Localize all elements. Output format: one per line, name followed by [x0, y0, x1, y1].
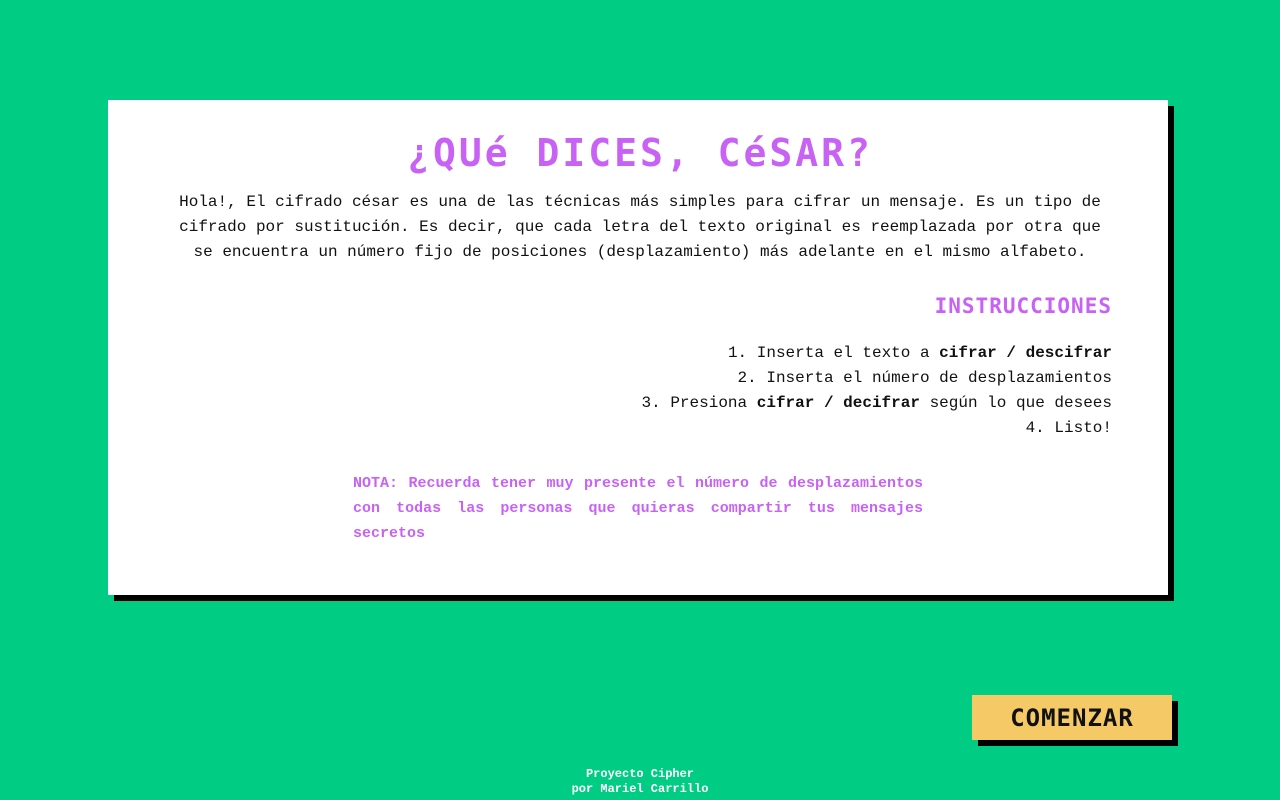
instruction-step-3: 3. Presiona cifrar / decifrar según lo q…: [412, 391, 1112, 416]
instruction-step-3-text: 3. Presiona: [641, 394, 757, 412]
instruction-step-2-text: 2. Inserta el número de desplazamientos: [737, 369, 1112, 387]
instruction-step-2: 2. Inserta el número de desplazamientos: [412, 366, 1112, 391]
instruction-step-3-suffix: según lo que desees: [919, 394, 1112, 412]
instructions-title: INSTRUCCIONES: [934, 294, 1112, 318]
start-button[interactable]: COMENZAR: [972, 695, 1172, 740]
footer: Proyecto Cipher por Mariel Carrillo: [0, 767, 1280, 797]
instructions-list: 1. Inserta el texto a cifrar / descifrar…: [412, 341, 1112, 441]
instruction-step-3-bold: cifrar / decifrar: [756, 394, 920, 412]
instruction-step-4: 4. Listo!: [412, 416, 1112, 441]
instruction-step-1: 1. Inserta el texto a cifrar / descifrar: [412, 341, 1112, 366]
page-title: ¿QUé DICES, CéSAR?: [407, 131, 873, 175]
instruction-step-1-text: 1. Inserta el texto a: [727, 344, 940, 362]
footer-project-name: Proyecto Cipher: [585, 767, 695, 781]
note-text: NOTA: Recuerda tener muy presente el núm…: [353, 475, 923, 542]
instruction-step-4-text: 4. Listo!: [1025, 419, 1112, 437]
footer-author: por Mariel Carrillo: [571, 782, 709, 796]
intro-paragraph: Hola!, El cifrado césar es una de las té…: [179, 193, 1101, 261]
instruction-step-1-bold: cifrar / descifrar: [939, 344, 1112, 362]
